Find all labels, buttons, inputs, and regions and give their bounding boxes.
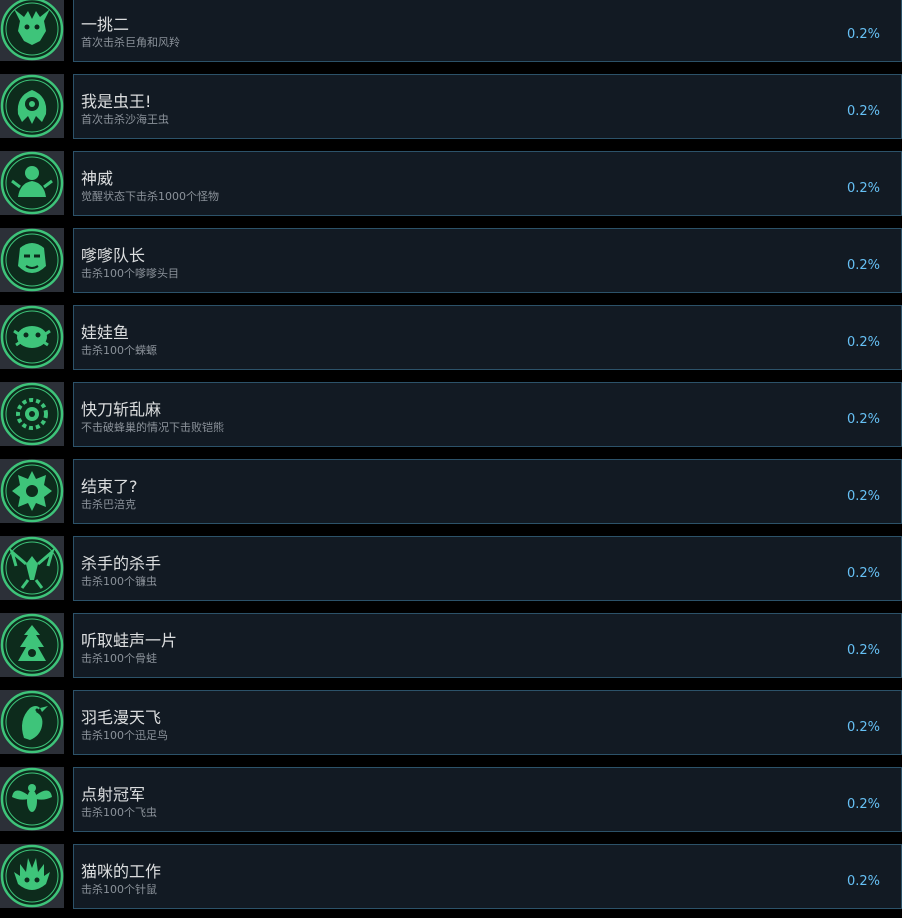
achievement-card: 快刀斩乱麻不击破蜂巢的情况下击败铠熊 0.2% [73, 382, 902, 447]
unlock-percentage: 0.2% [846, 643, 880, 658]
achievement-description: 首次击杀沙海王虫 [81, 113, 169, 126]
achievement-row: 羽毛漫天飞击杀100个迅足鸟 0.2% [0, 687, 902, 764]
flying-insect-emblem-icon [0, 767, 64, 831]
unlock-percentage: 0.2% [846, 27, 880, 42]
horned-beast-emblem-icon [0, 0, 64, 61]
achievement-row: 娃娃鱼击杀100个蝾螈 0.2% [0, 302, 902, 379]
achievement-card: 羽毛漫天飞击杀100个迅足鸟 0.2% [73, 690, 902, 755]
achievement-row: 点射冠军击杀100个飞虫 0.2% [0, 764, 902, 841]
achievement-title: 娃娃鱼 [81, 323, 130, 342]
achievement-card: 点射冠军击杀100个飞虫 0.2% [73, 767, 902, 832]
achievement-card: 结束了? 击杀巴涪克 0.2% [73, 459, 902, 524]
unlock-percentage: 0.2% [846, 412, 880, 427]
achievement-card: 猫咪的工作击杀100个针鼠 0.2% [73, 844, 902, 909]
achievement-card: 娃娃鱼击杀100个蝾螈 0.2% [73, 305, 902, 370]
frog-totem-emblem-icon [0, 613, 64, 677]
achievement-row: 结束了? 击杀巴涪克 0.2% [0, 456, 902, 533]
achievement-title: 快刀斩乱麻 [81, 400, 162, 419]
achievement-row: 杀手的杀手击杀100个镰虫 0.2% [0, 533, 902, 610]
achievement-row: 快刀斩乱麻不击破蜂巢的情况下击败铠熊 0.2% [0, 379, 902, 456]
achievement-card: 神威觉醒状态下击杀1000个怪物 0.2% [73, 151, 902, 216]
achievement-row: 嗲嗲队长击杀100个嗲嗲头目 0.2% [0, 225, 902, 302]
achievement-card: 一挑二首次击杀巨角和风羚 0.2% [73, 0, 902, 62]
achievement-row: 神威觉醒状态下击杀1000个怪物 0.2% [0, 148, 902, 225]
achievement-description: 击杀100个嗲嗲头目 [81, 267, 179, 280]
unlock-percentage: 0.2% [846, 874, 880, 889]
unlock-percentage: 0.2% [846, 335, 880, 350]
unlock-percentage: 0.2% [846, 258, 880, 273]
achievement-row: 我是虫王! 首次击杀沙海王虫 0.2% [0, 71, 902, 148]
unlock-percentage: 0.2% [846, 797, 880, 812]
ornate-ring-emblem-icon [0, 382, 64, 446]
achievement-description: 击杀巴涪克 [81, 498, 136, 511]
achievement-card: 杀手的杀手击杀100个镰虫 0.2% [73, 536, 902, 601]
achievement-description: 击杀100个骨蛙 [81, 652, 157, 665]
salamander-emblem-icon [0, 305, 64, 369]
achievement-title: 一挑二 [81, 15, 130, 34]
unlock-percentage: 0.2% [846, 566, 880, 581]
achievement-description: 击杀100个蝾螈 [81, 344, 157, 357]
achievement-row: 听取蛙声一片击杀100个骨蛙 0.2% [0, 610, 902, 687]
achievement-card: 我是虫王! 首次击杀沙海王虫 0.2% [73, 74, 902, 139]
sandworm-king-emblem-icon [0, 74, 64, 138]
achievement-title: 结束了? [81, 477, 138, 496]
achievement-description: 击杀100个飞虫 [81, 806, 157, 819]
achievement-description: 击杀100个迅足鸟 [81, 729, 168, 742]
achievement-title: 猫咪的工作 [81, 862, 162, 881]
unlock-percentage: 0.2% [846, 104, 880, 119]
achievement-title: 我是虫王! [81, 92, 152, 111]
achievement-title: 杀手的杀手 [81, 554, 162, 573]
achievement-title: 听取蛙声一片 [81, 631, 178, 650]
feathered-bird-emblem-icon [0, 690, 64, 754]
achievement-title: 羽毛漫天飞 [81, 708, 162, 727]
spiny-rat-emblem-icon [0, 844, 64, 908]
spiked-boss-emblem-icon [0, 459, 64, 523]
achievement-description: 觉醒状态下击杀1000个怪物 [81, 190, 219, 203]
mantis-emblem-icon [0, 536, 64, 600]
achievement-title: 嗲嗲队长 [81, 246, 146, 265]
achievement-list: 一挑二首次击杀巨角和风羚 0.2% 我是虫王! 首次击杀沙海王虫 0.2% 神威觉醒状… [0, 0, 902, 918]
awakened-warrior-emblem-icon [0, 151, 64, 215]
achievement-description: 击杀100个镰虫 [81, 575, 157, 588]
achievement-description: 首次击杀巨角和风羚 [81, 36, 180, 49]
captain-mask-emblem-icon [0, 228, 64, 292]
unlock-percentage: 0.2% [846, 489, 880, 504]
unlock-percentage: 0.2% [846, 720, 880, 735]
achievement-title: 神威 [81, 169, 114, 188]
achievement-title: 点射冠军 [81, 785, 146, 804]
achievement-description: 不击破蜂巢的情况下击败铠熊 [81, 421, 224, 434]
unlock-percentage: 0.2% [846, 181, 880, 196]
achievement-card: 嗲嗲队长击杀100个嗲嗲头目 0.2% [73, 228, 902, 293]
achievement-row: 猫咪的工作击杀100个针鼠 0.2% [0, 841, 902, 918]
achievement-card: 听取蛙声一片击杀100个骨蛙 0.2% [73, 613, 902, 678]
achievement-description: 击杀100个针鼠 [81, 883, 157, 896]
achievement-row: 一挑二首次击杀巨角和风羚 0.2% [0, 0, 902, 71]
